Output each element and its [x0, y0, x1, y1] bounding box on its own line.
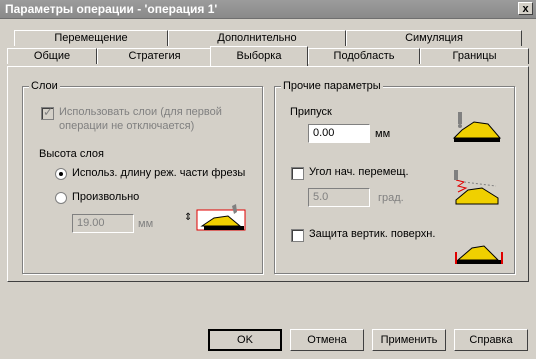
layers-legend: Слои	[29, 80, 60, 92]
close-button[interactable]: x	[518, 2, 533, 15]
tab-boundaries[interactable]: Границы	[420, 48, 529, 64]
tab-general[interactable]: Общие	[7, 48, 97, 64]
title-bar: Параметры операции - 'операция 1' x	[0, 0, 536, 19]
help-button[interactable]: Справка	[454, 329, 528, 351]
layers-group: Слои	[22, 80, 263, 274]
window-title: Параметры операции - 'операция 1'	[5, 2, 218, 16]
tab-strategy[interactable]: Стратегия	[97, 48, 212, 64]
apply-button[interactable]: Применить	[372, 329, 446, 351]
ok-button[interactable]: OK	[208, 329, 282, 351]
tab-additional[interactable]: Дополнительно	[168, 30, 346, 46]
tab-subregion[interactable]: Подобласть	[308, 48, 420, 64]
other-params-group: Прочие параметры	[274, 80, 515, 274]
tab-simulation[interactable]: Симуляция	[346, 30, 522, 46]
tab-movement[interactable]: Перемещение	[14, 30, 168, 46]
tab-selection[interactable]: Выборка	[210, 46, 308, 66]
cancel-button[interactable]: Отмена	[290, 329, 364, 351]
other-params-legend: Прочие параметры	[281, 80, 383, 92]
